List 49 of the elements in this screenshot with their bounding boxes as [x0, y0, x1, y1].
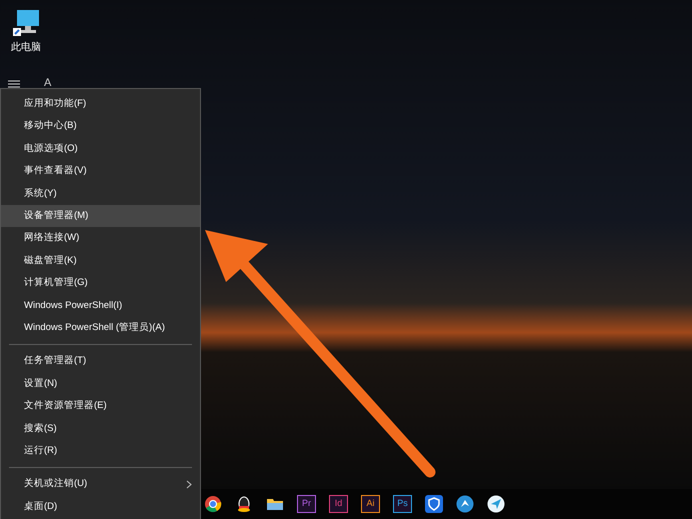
menu-item[interactable]: 系统(Y): [1, 182, 200, 205]
section-letter: A: [44, 78, 52, 89]
menu-item[interactable]: 电源选项(O): [1, 138, 200, 160]
menu-item-label: 文件资源管理器(E): [24, 399, 107, 414]
menu-item-label: Windows PowerShell(I): [24, 298, 122, 313]
menu-item[interactable]: 文件资源管理器(E): [1, 395, 200, 418]
menu-item[interactable]: 关机或注销(U): [1, 473, 200, 496]
menu-item[interactable]: 任务管理器(T): [1, 350, 200, 373]
menu-item-label: 桌面(D): [24, 500, 58, 514]
menu-item-label: 计算机管理(G): [24, 276, 88, 290]
menu-item[interactable]: Windows PowerShell(I): [1, 294, 200, 317]
menu-item[interactable]: 桌面(D): [1, 496, 200, 518]
menu-item-label: 搜索(S): [24, 422, 57, 436]
menu-item[interactable]: Windows PowerShell (管理员)(A): [1, 316, 200, 340]
desktop-icon-label[interactable]: 此电脑: [11, 40, 41, 55]
menu-item-label: Windows PowerShell (管理员)(A): [24, 320, 165, 335]
app-icon[interactable]: Pr: [297, 495, 316, 513]
menu-item[interactable]: 设备管理器(M): [1, 204, 200, 228]
menu-item-label: 移动中心(B): [24, 119, 77, 134]
chrome-icon[interactable]: [204, 495, 222, 513]
menu-item[interactable]: 搜索(S): [1, 417, 200, 440]
shield-icon[interactable]: [425, 495, 443, 513]
menu-item-label: 设备管理器(M): [24, 209, 88, 224]
menu-item-label: 网络连接(W): [24, 231, 80, 246]
menu-item[interactable]: 计算机管理(G): [1, 272, 200, 295]
menu-item-label: 应用和功能(F): [24, 97, 86, 112]
menu-item[interactable]: 应用和功能(F): [1, 93, 200, 116]
menu-item-label: 任务管理器(T): [24, 354, 86, 368]
menu-item-label: 系统(Y): [24, 186, 57, 201]
menu-item[interactable]: 设置(N): [1, 372, 200, 396]
menu-item[interactable]: 磁盘管理(K): [1, 250, 200, 272]
menu-item-label: 磁盘管理(K): [24, 254, 77, 268]
computer-icon[interactable]: [11, 8, 41, 38]
menu-item[interactable]: 移动中心(B): [1, 115, 200, 138]
app-icon[interactable]: Ps: [393, 495, 412, 513]
menu-item-label: 设置(N): [24, 376, 58, 391]
menu-item[interactable]: 网络连接(W): [1, 227, 200, 250]
app-icon[interactable]: Ai: [361, 495, 380, 513]
menu-item[interactable]: 事件查看器(V): [1, 160, 200, 183]
paper-plane-icon[interactable]: [487, 495, 505, 513]
penguin-icon[interactable]: [235, 495, 253, 513]
menu-item-label: 关机或注销(U): [24, 477, 88, 492]
menu-item-label: 运行(R): [24, 444, 58, 458]
menu-icon[interactable]: [8, 80, 20, 88]
menu-item-label: 事件查看器(V): [24, 164, 87, 178]
bird-icon[interactable]: [456, 495, 474, 513]
menu-item-label: 电源选项(O): [24, 142, 78, 156]
menu-item[interactable]: 运行(R): [1, 440, 200, 462]
app-icon[interactable]: Id: [329, 495, 348, 513]
